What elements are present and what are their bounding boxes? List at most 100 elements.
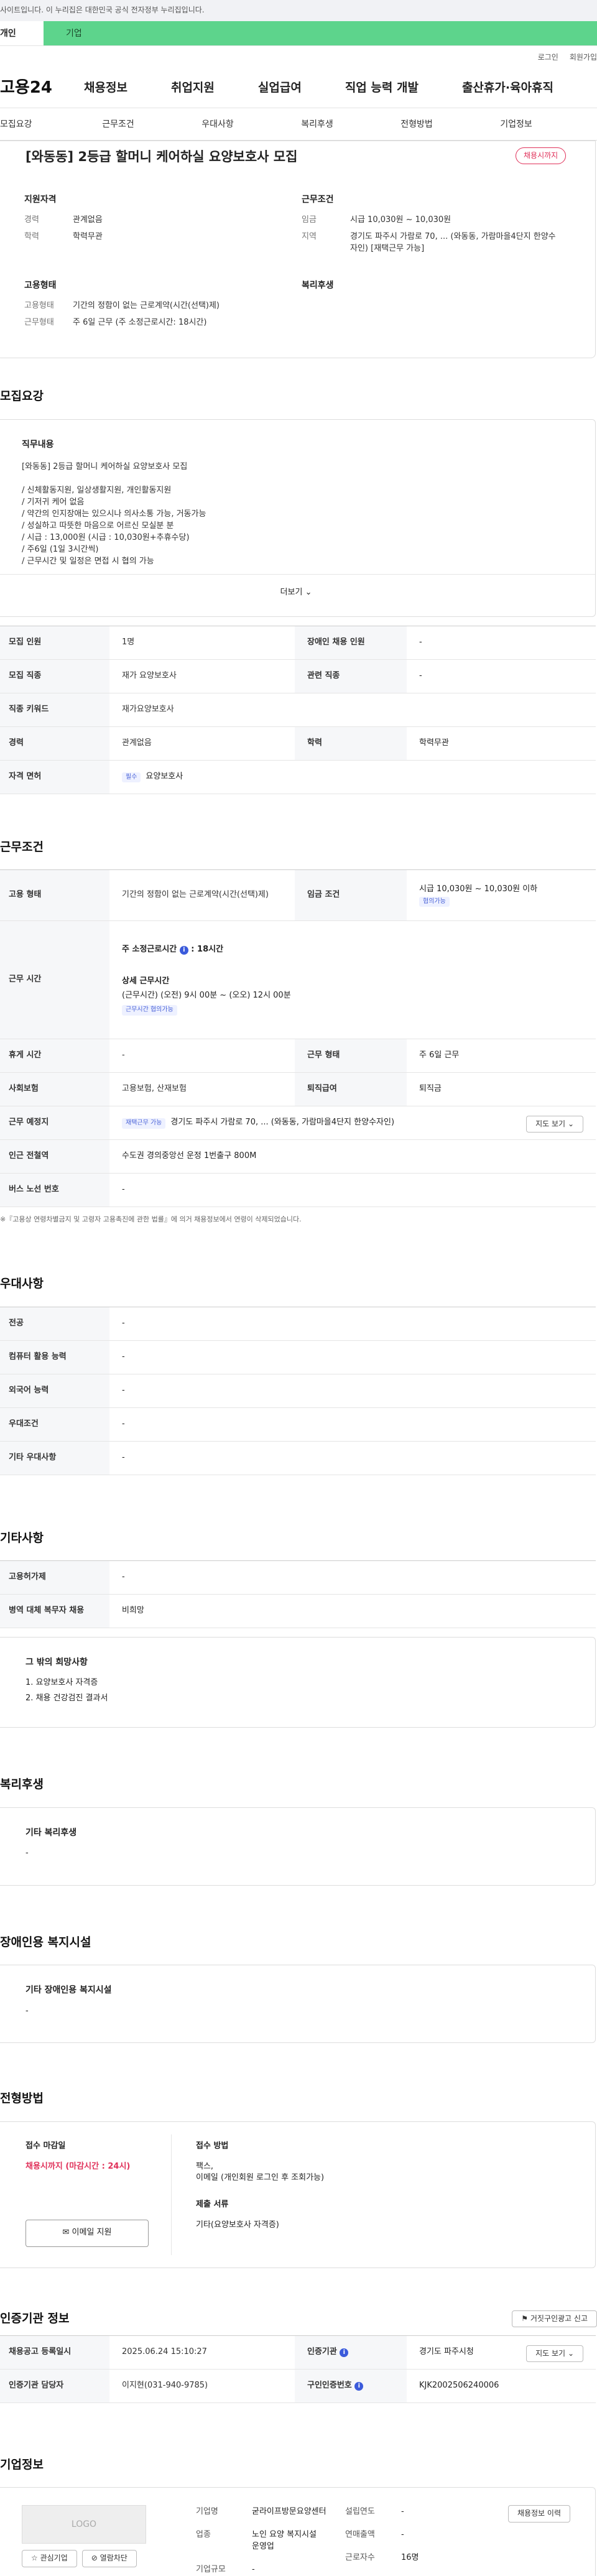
email-apply-label: 이메일 지원 bbox=[72, 2228, 112, 2238]
method-line: 팩스, bbox=[196, 2161, 214, 2171]
wage-value: 시급 10,030원 ~ 10,030원 이하 bbox=[419, 884, 538, 894]
login-link[interactable]: 로그인 bbox=[538, 53, 558, 62]
cell-label: 외국어 능력 bbox=[0, 1374, 109, 1408]
table-row: 인증기관 담당자 이지현(031-940-9785) 구인인증번호 i KJK2002… bbox=[0, 2369, 596, 2403]
cell-label: 사회보험 bbox=[0, 1072, 109, 1107]
tab-personal[interactable]: 개인 bbox=[0, 21, 44, 45]
info-icon[interactable]: i bbox=[354, 2381, 364, 2391]
cell-label: 우대조건 bbox=[0, 1407, 109, 1442]
nav-employment-support[interactable]: 취업지원 bbox=[171, 80, 215, 97]
cell-label: 채용공고 등록일시 bbox=[0, 2335, 109, 2370]
table-row: 사회보험 고용보험, 산재보험 퇴직급여 퇴직금 bbox=[0, 1072, 596, 1107]
job-description-line: / 성실하고 따뜻한 마음으로 어르신 모실분 분 bbox=[22, 521, 174, 530]
member-type-tabs: 개인 기업 bbox=[0, 21, 597, 46]
company-size: - bbox=[252, 2564, 255, 2574]
info-icon[interactable]: i bbox=[179, 945, 188, 955]
cell-label: 임금 조건 bbox=[295, 869, 407, 922]
section-title-agency: 인증기관 정보 bbox=[0, 2311, 70, 2325]
anchor-selection[interactable]: 전형방법 bbox=[367, 108, 466, 140]
nav-leave[interactable]: 출산휴가·육아휴직 bbox=[462, 80, 553, 97]
cell-value: - bbox=[109, 1039, 295, 1073]
info-icon[interactable]: i bbox=[340, 2348, 349, 2357]
qualification-heading: 지원자격 bbox=[24, 195, 57, 205]
map-button[interactable]: 지도 보기 ⌄ bbox=[526, 1116, 583, 1133]
cell-label: 장애인 채용 인원 bbox=[295, 626, 407, 660]
site-logo[interactable]: 고용24 bbox=[0, 76, 84, 100]
cell-label: 컴퓨터 활용 능력 bbox=[0, 1340, 109, 1374]
nav-unemployment[interactable]: 실업급여 bbox=[258, 80, 302, 97]
cell-value: 2025.06.24 15:10:27 bbox=[109, 2335, 295, 2370]
cell-label: 인증기관 담당자 bbox=[0, 2369, 109, 2403]
cell-value: 고용보험, 산재보험 bbox=[109, 1072, 295, 1107]
preference-table: 전공 - 컴퓨터 활용 능력 - 외국어 능력 - 우대조건 - 기타 우대사항 - bbox=[0, 1306, 596, 1475]
table-row: 병역 대체 복무자 채용 비희망 bbox=[0, 1594, 596, 1629]
welfare-heading: 복리후생 bbox=[302, 280, 334, 290]
value: 학력무관 bbox=[73, 232, 103, 242]
employment-heading: 고용형태 bbox=[24, 280, 57, 290]
more-button[interactable]: 더보기 ⌄ bbox=[0, 573, 595, 618]
label: 고용형태 bbox=[24, 301, 54, 311]
cell-value: 비희망 bbox=[109, 1594, 596, 1629]
cell-label: 전공 bbox=[0, 1307, 109, 1341]
block-icon: ⊘ bbox=[91, 2554, 98, 2563]
nav-skills[interactable]: 직업 능력 개발 bbox=[345, 80, 419, 97]
cell-label: 구인인증번호 i bbox=[295, 2369, 407, 2403]
cell-value: 1명 bbox=[109, 626, 295, 660]
agency-label: 인증기관 bbox=[307, 2347, 337, 2356]
job-description-line: / 기저귀 케어 없음 bbox=[22, 497, 85, 507]
cell-value: 주 6일 근무 bbox=[407, 1039, 596, 1073]
table-row: 컴퓨터 활용 능력 - bbox=[0, 1340, 596, 1374]
anchor-company[interactable]: 기업정보 bbox=[466, 108, 566, 140]
history-button[interactable]: 채용정보 이력 bbox=[507, 2505, 570, 2523]
job-description-line: / 약간의 인지장애는 있으시나 의사소통 가능, 거동가능 bbox=[22, 509, 206, 519]
tab-company[interactable]: 기업 bbox=[44, 21, 597, 45]
conditions-table: 고용 형태 기간의 정함이 없는 근로계약(시간(선택)제) 임금 조건 시급 10,… bbox=[0, 869, 596, 1208]
label: 임금 bbox=[302, 215, 317, 225]
cell-label: 관련 직종 bbox=[295, 659, 407, 693]
cell-label: 학력 bbox=[295, 726, 407, 761]
job-description-text: [와동동] 2등급 할머니 케어하실 요양보호사 모집 / 신체활동지원, 일상생… bbox=[22, 461, 570, 567]
main-nav: 고용24 채용정보 취업지원 실업급여 직업 능력 개발 출산휴가·육아휴직 bbox=[0, 68, 597, 108]
table-row: 버스 노선 번호 - bbox=[0, 1173, 596, 1208]
job-description-line: / 근무시간 및 일정은 면접 시 협의 가능 bbox=[22, 556, 154, 566]
job-description-line: / 시급 : 13,000원 (시급 : 10,030원+추휴수당) bbox=[22, 532, 190, 542]
anchor-recruit[interactable]: 모집요강 bbox=[0, 108, 68, 140]
cell-value: 퇴직금 bbox=[407, 1072, 596, 1107]
weekly-hours-value: 18시간 bbox=[197, 944, 224, 954]
method-line: 이메일 (개인회원 로그인 후 조회가능) bbox=[196, 2173, 325, 2183]
favorite-company-button[interactable]: ☆ 관심기업 bbox=[22, 2550, 77, 2567]
anchor-preference[interactable]: 우대사항 bbox=[168, 108, 267, 140]
section-title-company: 기업정보 bbox=[0, 2457, 44, 2472]
anchor-conditions[interactable]: 근무조건 bbox=[68, 108, 168, 140]
block-view-button[interactable]: ⊘ 열람차단 bbox=[81, 2550, 137, 2567]
cell-value: 필수 요양보호사 bbox=[109, 760, 596, 794]
cell-value: 관계없음 bbox=[109, 726, 295, 761]
company-box: LOGO ☆ 관심기업 ⊘ 열람차단 기업명 굳라이프방문요양센터 업종 노인 요양… bbox=[0, 2487, 596, 2576]
email-apply-button[interactable]: ✉ 이메일 지원 bbox=[25, 2220, 149, 2248]
detail-hours-heading: 상세 근무시간 bbox=[122, 976, 170, 986]
gov-notice-bar: 사이트입니다. 이 누리집은 대한민국 공식 전자정부 누리집입니다. bbox=[0, 0, 597, 21]
cell-label: 인증기관 i bbox=[295, 2335, 407, 2370]
label: 경력 bbox=[24, 215, 39, 225]
condition-group: 근무조건 임금 시급 10,030원 ~ 10,030원 지역 경기도 파주시 가람… bbox=[302, 193, 575, 260]
welfare-heading: 기타 복리후생 bbox=[25, 1827, 77, 1838]
cell-label: 모집 인원 bbox=[0, 626, 109, 660]
section-anchor-nav: 모집요강 근무조건 우대사항 복리후생 전형방법 기업정보 bbox=[0, 108, 597, 141]
condition-heading: 근무조건 bbox=[302, 195, 334, 205]
label: 학력 bbox=[24, 232, 39, 242]
cell-label: 모집 직종 bbox=[0, 659, 109, 693]
join-link[interactable]: 회원가입 bbox=[570, 53, 597, 62]
agency-map-button[interactable]: 지도 보기 ⌄ bbox=[526, 2345, 583, 2363]
nav-jobs[interactable]: 채용정보 bbox=[84, 80, 127, 97]
utility-links: 로그인 회원가입 bbox=[0, 46, 597, 68]
anchor-welfare[interactable]: 복리후생 bbox=[267, 108, 367, 140]
block-label: 열람차단 bbox=[100, 2554, 127, 2563]
value: 경기도 파주시 가람로 70, ... (와동동, 가람마을4단지 한양수자인)… bbox=[350, 232, 556, 253]
divider bbox=[171, 2134, 172, 2255]
detail-hours-value: (근무시간) (오전) 9시 00분 ~ (오오) 12시 00분 bbox=[122, 990, 291, 1000]
cert-label: 구인인증번호 bbox=[307, 2380, 352, 2390]
report-button[interactable]: ⚑ 거짓구인광고 신고 bbox=[512, 2310, 597, 2328]
section-title-disability: 장애인용 복지시설 bbox=[0, 1935, 91, 1949]
cell-value: - bbox=[109, 1340, 596, 1374]
job-description-line: / 주6일 (1일 3시간씩) bbox=[22, 544, 99, 554]
